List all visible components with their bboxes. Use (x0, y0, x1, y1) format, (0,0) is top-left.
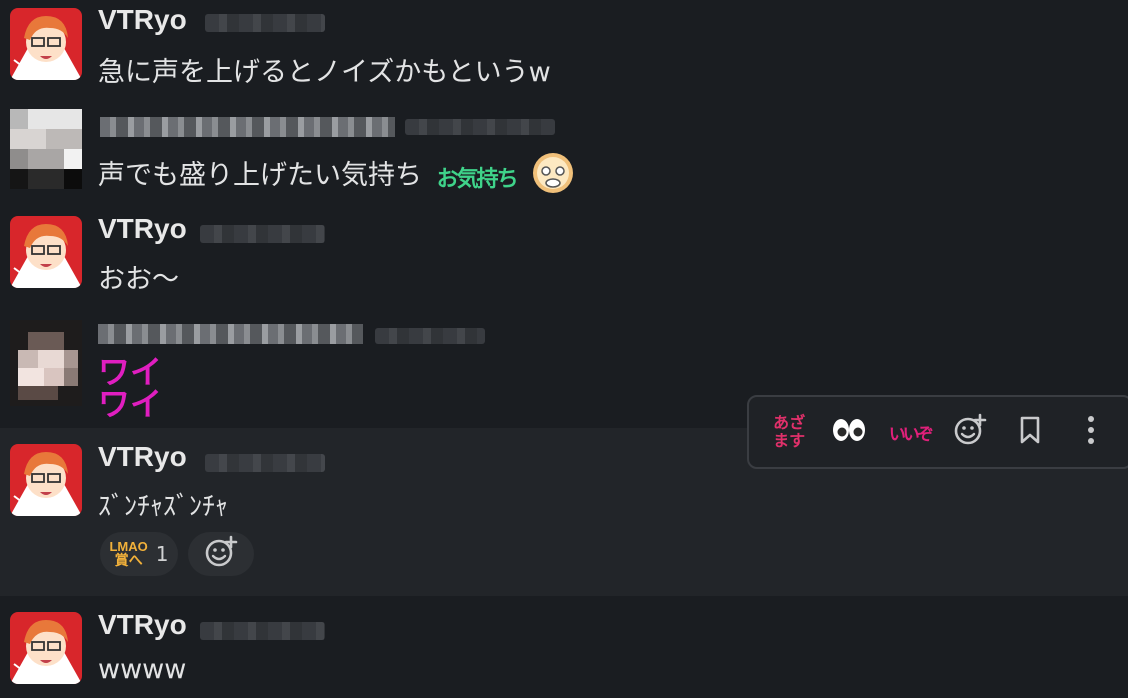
message-text: 声でも盛り上げたい気持ち お気持ち (98, 151, 575, 202)
iine-reaction-button[interactable]: いいぞ (884, 406, 936, 458)
dizzy-face-emoji-icon[interactable] (531, 151, 575, 202)
timestamp[interactable] (205, 454, 325, 472)
add-reaction-icon (953, 413, 987, 451)
azamasu-reaction-button[interactable]: あざ ます (763, 406, 815, 458)
message-text: ｽﾞﾝﾁｬｽﾞﾝﾁｬ (98, 492, 229, 522)
message-line: ワイ (98, 353, 163, 391)
bookmark-icon (1018, 415, 1042, 449)
timestamp[interactable] (200, 225, 325, 243)
azamasu-emoji: あざ ます (773, 413, 806, 450)
eyes-icon (831, 415, 867, 449)
iine-emoji: いいぞ (888, 424, 934, 445)
timestamp[interactable] (375, 328, 485, 344)
avatar[interactable] (10, 109, 82, 189)
eyes-reaction-button[interactable] (823, 406, 875, 458)
more-actions-button[interactable] (1065, 406, 1117, 458)
avatar[interactable] (10, 8, 82, 80)
author-name[interactable]: VTRyo (98, 4, 187, 36)
message-item[interactable]: 声でも盛り上げたい気持ち お気持ち (0, 95, 1128, 205)
message-item[interactable]: VTRyo wwww (0, 596, 1128, 698)
save-for-later-button[interactable] (1004, 406, 1056, 458)
lmao-emoji: LMAO 賞へ (109, 539, 148, 569)
avatar[interactable] (10, 612, 82, 684)
okimochi-emoji[interactable]: お気持ち (437, 161, 519, 193)
more-vertical-icon (1086, 414, 1096, 450)
add-reaction-button[interactable] (944, 406, 996, 458)
message-item[interactable]: VTRyo 急に声を上げるとノイズかもというw (0, 0, 1128, 95)
timestamp[interactable] (405, 119, 555, 135)
avatar[interactable] (10, 216, 82, 288)
message-text: wwww (98, 654, 187, 685)
message-actions-toolbar: あざ ます いいぞ (747, 395, 1128, 469)
author-name[interactable] (98, 324, 363, 344)
author-name[interactable] (100, 117, 395, 137)
avatar[interactable] (10, 320, 82, 406)
message-feed: VTRyo 急に声を上げるとノイズかもというw 声でも盛り上げたい気持ち お気持… (0, 0, 1128, 698)
timestamp[interactable] (200, 622, 325, 640)
message-text-body: 声でも盛り上げたい気持ち (98, 160, 422, 191)
message-text: おお〜 (98, 264, 179, 295)
message-text: 急に声を上げるとノイズかもというw (98, 57, 551, 88)
message-item[interactable]: VTRyo おお〜 (0, 205, 1128, 310)
timestamp[interactable] (205, 14, 325, 32)
add-reaction-icon (204, 535, 238, 573)
reaction-count: 1 (155, 542, 169, 566)
author-name[interactable]: VTRyo (98, 441, 187, 473)
reaction-lmao[interactable]: LMAO 賞へ 1 (100, 532, 178, 576)
message-line: ワイ (98, 385, 163, 423)
author-name[interactable]: VTRyo (98, 213, 187, 245)
avatar[interactable] (10, 444, 82, 516)
add-reaction-button[interactable] (188, 532, 254, 576)
author-name[interactable]: VTRyo (98, 609, 187, 641)
